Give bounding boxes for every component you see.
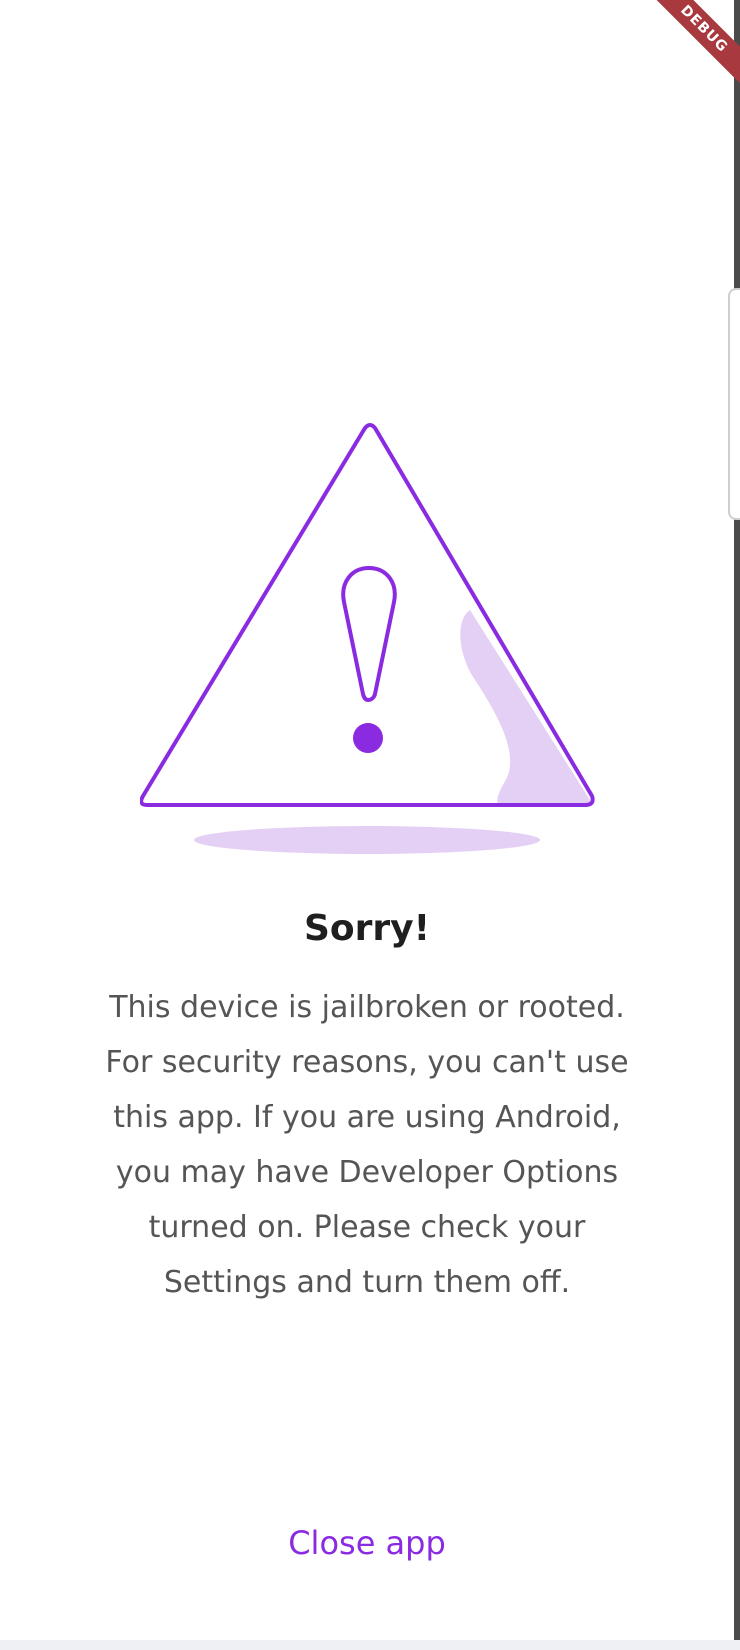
edge-panel-handle[interactable] [728, 288, 740, 520]
triangle-shading [460, 610, 590, 805]
exclamation-dot [353, 723, 383, 753]
page-title: Sorry! [303, 908, 431, 949]
screen: Sorry! This device is jailbroken or root… [0, 0, 740, 1650]
warning-triangle-icon [140, 423, 595, 854]
security-message: This device is jailbroken or rooted. For… [105, 990, 629, 1300]
navigation-bar [0, 1640, 740, 1650]
exclamation-stem [341, 566, 397, 702]
close-app-button[interactable]: Close app [267, 1515, 467, 1571]
shadow-ellipse [194, 826, 540, 854]
window-edge [734, 0, 740, 1650]
app-surface: Sorry! This device is jailbroken or root… [0, 0, 734, 1640]
